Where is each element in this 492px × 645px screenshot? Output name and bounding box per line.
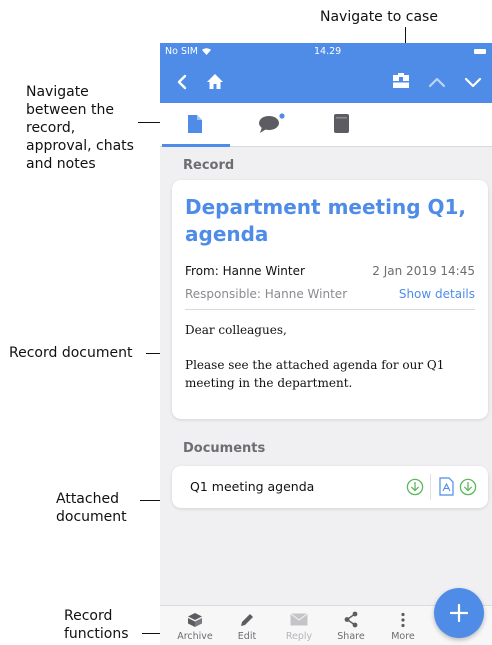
notebook-icon	[334, 114, 349, 133]
more-icon	[401, 612, 405, 628]
share-icon	[344, 611, 358, 628]
record-section-label: Record	[183, 158, 235, 173]
edit-button[interactable]: Edit	[222, 606, 272, 645]
wifi-icon	[202, 48, 211, 55]
record-card: Department meeting Q1, agenda From: Hann…	[172, 180, 488, 419]
record-from: From: Hanne Winter	[185, 264, 305, 278]
annotation-navigate-tabs: Navigate between the record, approval, c…	[26, 84, 134, 172]
tab-bar	[160, 103, 492, 147]
battery-icon	[474, 49, 486, 54]
annotation-record-functions: Record functions	[64, 608, 129, 642]
carrier-label: No SIM	[165, 46, 212, 57]
annotation-navigate-to-case: Navigate to case	[320, 9, 438, 25]
document-actions-separator	[430, 474, 431, 500]
record-date: 2 Jan 2019 14:45	[372, 264, 475, 278]
reply-button[interactable]: Reply	[274, 606, 324, 645]
back-chevron-icon[interactable]	[174, 74, 190, 90]
record-divider	[185, 309, 475, 310]
pdf-icon[interactable]	[439, 477, 454, 496]
archive-button[interactable]: Archive	[170, 606, 220, 645]
show-details-link[interactable]: Show details	[399, 287, 475, 301]
status-time: 14.29	[314, 46, 342, 57]
status-bar: No SIM 14.29	[160, 43, 492, 61]
documents-section-label: Documents	[183, 441, 266, 456]
mail-icon	[290, 613, 308, 626]
download-icon[interactable]	[459, 478, 477, 496]
up-chevron-icon[interactable]	[428, 74, 446, 90]
down-chevron-icon[interactable]	[464, 74, 482, 90]
add-button[interactable]	[434, 588, 484, 638]
annotation-record-document: Record document	[9, 345, 133, 361]
tab-underline	[162, 144, 230, 147]
download-icon[interactable]	[406, 478, 424, 496]
record-responsible: Responsible: Hanne Winter	[185, 287, 348, 301]
tab-chats[interactable]	[236, 103, 308, 146]
tab-notes[interactable]	[308, 103, 380, 146]
more-button[interactable]: More	[378, 606, 428, 645]
home-icon[interactable]	[206, 73, 224, 90]
case-icon[interactable]	[392, 73, 410, 89]
annotation-attached-document: Attached document	[56, 491, 127, 525]
record-body: Please see the attached agenda for our Q…	[185, 358, 445, 390]
record-title: Department meeting Q1, agenda	[185, 195, 466, 246]
pencil-icon	[241, 614, 253, 626]
share-button[interactable]: Share	[326, 606, 376, 645]
navigation-bar	[160, 61, 492, 103]
phone-screen: No SIM 14.29 Record Department meeting Q…	[160, 43, 492, 645]
attached-document-row[interactable]: Q1 meeting agenda	[172, 466, 488, 508]
document-icon	[188, 115, 202, 133]
archive-icon	[188, 613, 202, 627]
plus-icon	[450, 604, 468, 622]
document-name: Q1 meeting agenda	[190, 479, 315, 494]
tab-record[interactable]	[160, 103, 232, 147]
record-greeting: Dear colleagues,	[185, 323, 287, 337]
chat-icon	[259, 113, 285, 133]
